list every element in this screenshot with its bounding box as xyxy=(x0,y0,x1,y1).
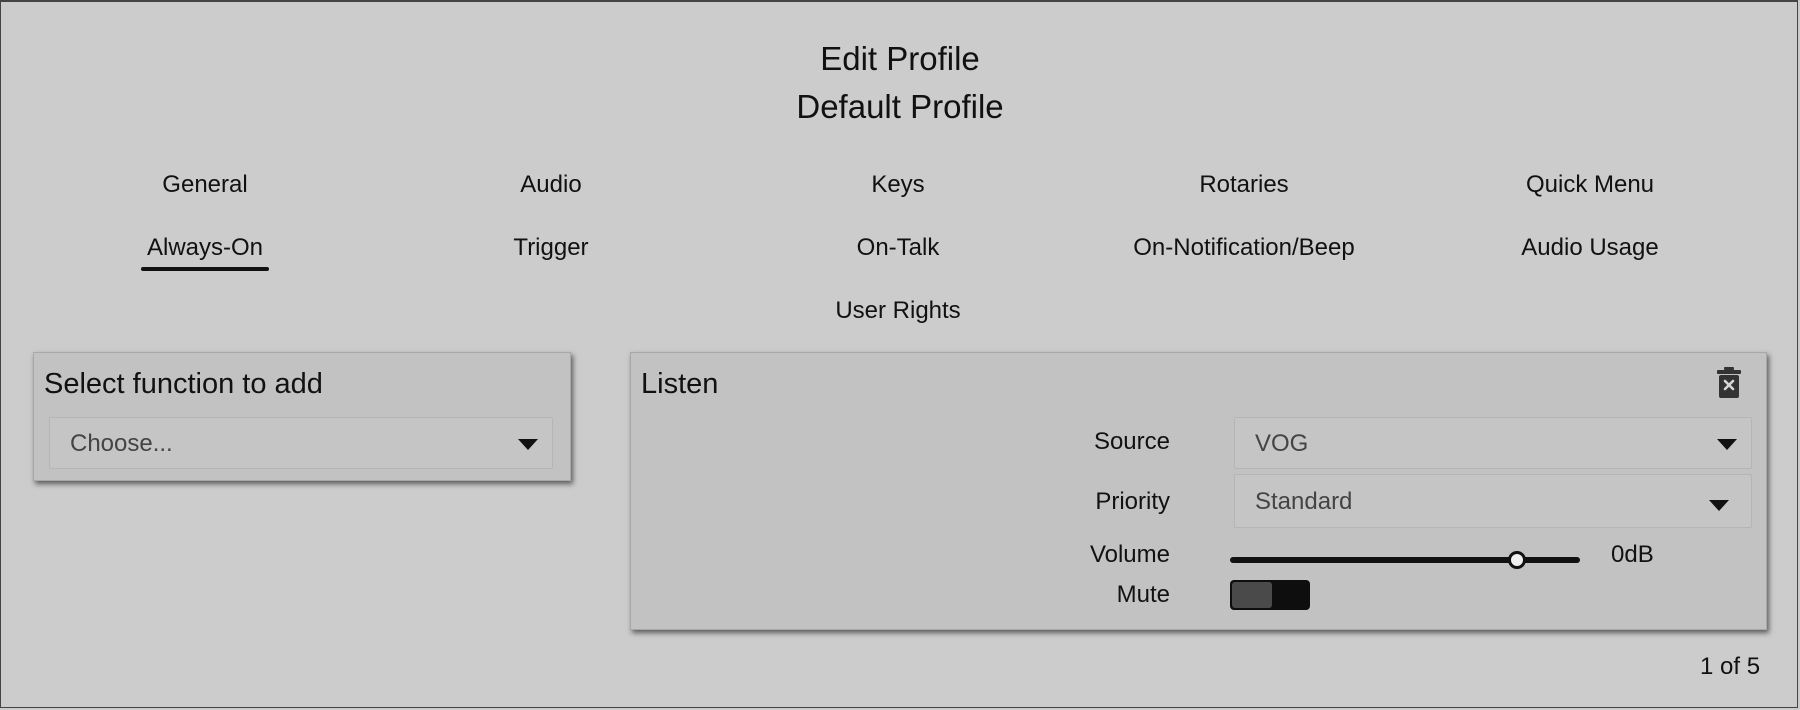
priority-label: Priority xyxy=(1095,488,1170,515)
tab-audio-usage[interactable]: Audio Usage xyxy=(1440,233,1740,263)
priority-select[interactable]: Standard xyxy=(1234,474,1752,528)
add-function-panel: Select function to add Choose... xyxy=(33,352,571,481)
function-select[interactable]: Choose... xyxy=(49,417,553,469)
volume-label: Volume xyxy=(1089,541,1170,568)
caret-down-icon xyxy=(1709,500,1729,511)
page-title: Edit Profile xyxy=(820,40,980,77)
profile-name: Default Profile xyxy=(796,88,1004,125)
tab-quick-menu[interactable]: Quick Menu xyxy=(1440,170,1740,200)
tab-always-on[interactable]: Always-On xyxy=(55,233,355,263)
volume-slider-thumb[interactable] xyxy=(1508,551,1526,569)
tab-user-rights[interactable]: User Rights xyxy=(748,296,1048,326)
add-function-title: Select function to add xyxy=(44,368,323,400)
mute-toggle-knob xyxy=(1232,582,1272,608)
listen-title: Listen xyxy=(641,368,719,400)
tab-audio[interactable]: Audio xyxy=(401,170,701,200)
source-select-value: VOG xyxy=(1255,430,1309,457)
pagination-indicator: 1 of 5 xyxy=(1700,653,1761,680)
tab-trigger[interactable]: Trigger xyxy=(401,233,701,263)
function-select-value: Choose... xyxy=(70,430,173,457)
source-select[interactable]: VOG xyxy=(1234,417,1752,469)
priority-select-value: Standard xyxy=(1255,488,1353,515)
tab-on-notification-beep[interactable]: On-Notification/Beep xyxy=(1094,233,1394,263)
tab-general[interactable]: General xyxy=(55,170,355,200)
caret-down-icon xyxy=(1717,439,1737,450)
tab-rotaries[interactable]: Rotaries xyxy=(1094,170,1394,200)
tab-keys[interactable]: Keys xyxy=(748,170,1048,200)
mute-label: Mute xyxy=(1116,581,1170,608)
mute-toggle[interactable] xyxy=(1230,580,1310,610)
trash-icon[interactable] xyxy=(1716,367,1742,399)
tab-on-talk[interactable]: On-Talk xyxy=(748,233,1048,263)
source-label: Source xyxy=(1093,428,1170,455)
caret-down-icon xyxy=(518,439,538,450)
listen-panel: Listen Source VOG Priority Standard Volu… xyxy=(630,352,1767,630)
volume-value: 0dB xyxy=(1611,541,1654,568)
volume-slider-track[interactable] xyxy=(1230,557,1580,563)
